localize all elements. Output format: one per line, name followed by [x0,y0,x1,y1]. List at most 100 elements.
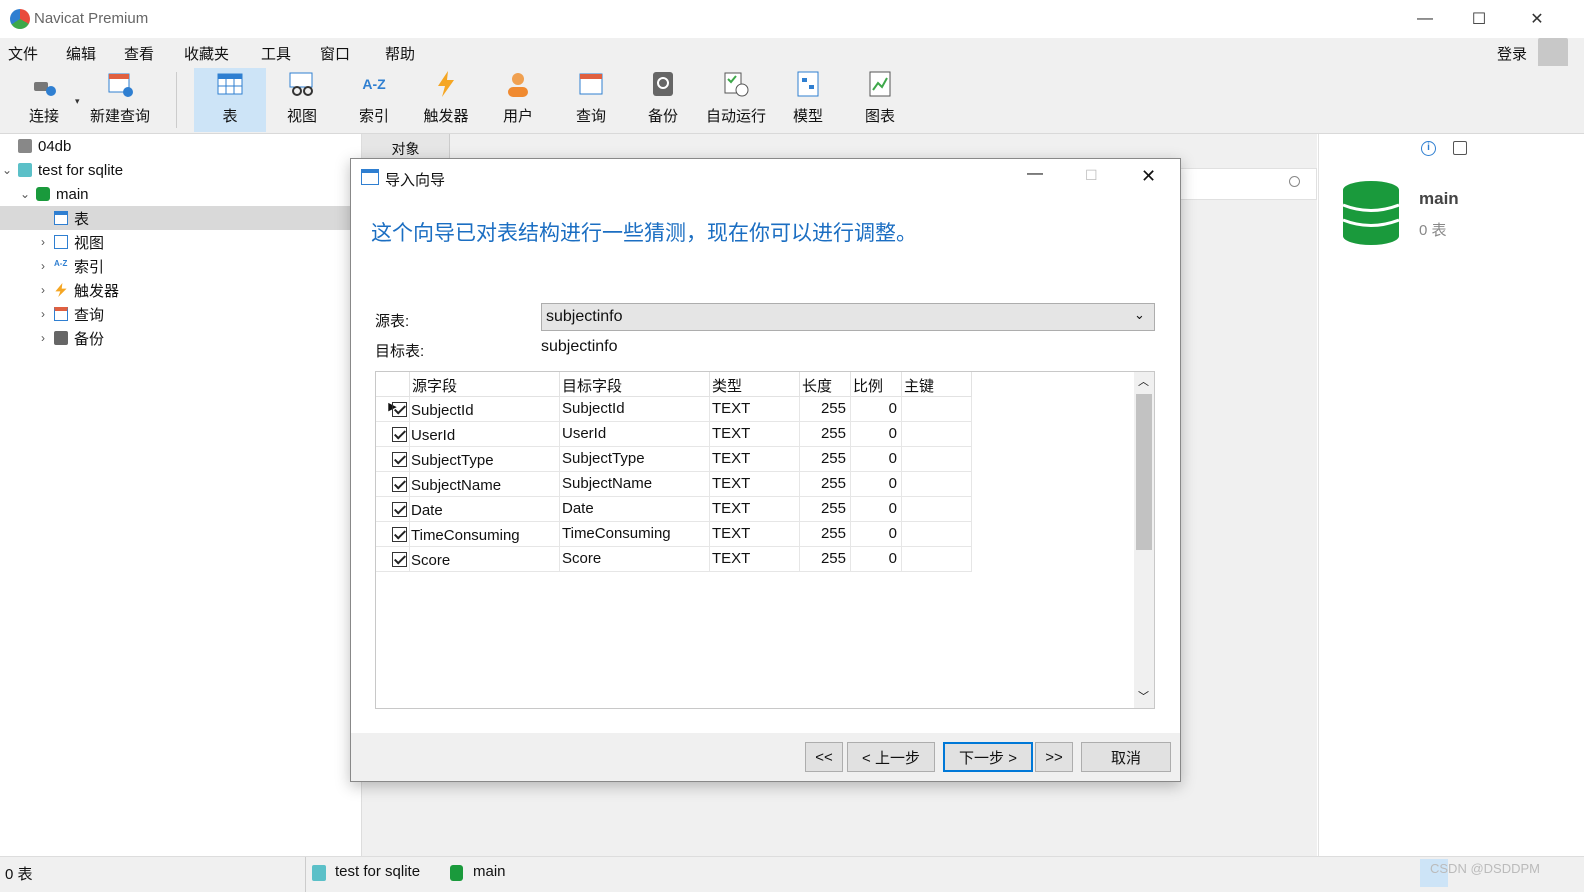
target-field-cell[interactable]: TimeConsuming [560,522,710,547]
tree-item-backups[interactable]: › 备份 [0,326,361,350]
target-field-cell[interactable]: SubjectType [560,447,710,472]
length-cell[interactable]: 255 [800,547,851,572]
target-field-cell[interactable]: Score [560,547,710,572]
length-cell[interactable]: 255 [800,447,851,472]
tree-item-views[interactable]: › 视图 [0,230,361,254]
tree-item-triggers[interactable]: › 触发器 [0,278,361,302]
scale-cell[interactable]: 0 [851,397,902,422]
scale-cell[interactable]: 0 [851,422,902,447]
chevron-right-icon[interactable]: › [36,259,50,273]
primary-key-cell[interactable] [902,522,972,547]
col-header-primary-key[interactable]: 主键 [902,372,972,397]
target-field-cell[interactable]: SubjectName [560,472,710,497]
dialog-close-button[interactable]: ✕ [1141,166,1156,187]
dialog-minimize-button[interactable]: — [1027,165,1043,183]
type-cell[interactable]: TEXT [710,397,800,422]
include-field-checkbox[interactable] [392,477,407,492]
info-icon[interactable]: i [1421,141,1436,156]
search-icon[interactable] [1289,176,1300,187]
chevron-down-icon[interactable]: ⌄ [0,163,14,177]
toolbar-backup-button[interactable]: 备份 [627,68,699,132]
length-cell[interactable]: 255 [800,472,851,497]
source-field-cell[interactable]: SubjectType [390,447,560,472]
type-cell[interactable]: TEXT [710,472,800,497]
length-cell[interactable]: 255 [800,397,851,422]
type-cell[interactable]: TEXT [710,547,800,572]
source-field-cell[interactable]: UserId [390,422,560,447]
toolbar-query-button[interactable]: 查询 [555,68,627,132]
toolbar-index-button[interactable]: A-Z 索引 [338,68,410,132]
toolbar-connect-button[interactable]: 连接 [8,68,80,132]
scroll-up-icon[interactable]: ︿ [1138,373,1149,389]
chevron-right-icon[interactable]: › [36,331,50,345]
primary-key-cell[interactable] [902,397,972,422]
toolbar-automation-button[interactable]: 自动运行 [699,68,773,132]
tab-objects[interactable]: 对象 [362,134,450,160]
col-header-length[interactable]: 长度 [800,372,851,397]
menu-view[interactable]: 查看 [124,43,154,64]
toolbar-view-button[interactable]: 视图 [266,68,338,132]
toolbar-user-button[interactable]: 用户 [482,68,554,132]
source-field-cell[interactable]: Date [390,497,560,522]
length-cell[interactable]: 255 [800,522,851,547]
tree-item-04db[interactable]: 04db [0,134,361,158]
toolbar-chart-button[interactable]: 图表 [844,68,916,132]
cancel-button[interactable]: 取消 [1081,742,1171,772]
menu-file[interactable]: 文件 [8,43,38,64]
tree-item-indexes[interactable]: › A-Z 索引 [0,254,361,278]
toolbar-table-button[interactable]: 表 [194,68,266,132]
close-window-button[interactable]: ✕ [1508,0,1566,38]
maximize-button[interactable]: ☐ [1450,0,1508,38]
include-field-checkbox[interactable] [392,502,407,517]
scale-cell[interactable]: 0 [851,497,902,522]
scale-cell[interactable]: 0 [851,472,902,497]
toolbar-new-query-button[interactable]: 新建查询 [84,68,156,132]
chevron-right-icon[interactable]: › [36,307,50,321]
primary-key-cell[interactable] [902,447,972,472]
source-field-cell[interactable]: SubjectId [390,397,560,422]
scale-cell[interactable]: 0 [851,522,902,547]
menu-favorites[interactable]: 收藏夹 [184,43,229,64]
first-step-button[interactable]: << [805,742,843,772]
source-field-cell[interactable]: TimeConsuming [390,522,560,547]
source-field-cell[interactable]: Score [390,547,560,572]
scale-cell[interactable]: 0 [851,547,902,572]
col-header-source-field[interactable]: 源字段 [410,372,560,397]
type-cell[interactable]: TEXT [710,447,800,472]
minimize-button[interactable]: — [1396,0,1454,38]
source-field-cell[interactable]: SubjectName [390,472,560,497]
menu-tools[interactable]: 工具 [261,43,291,64]
target-field-cell[interactable]: UserId [560,422,710,447]
chevron-down-icon[interactable]: ⌄ [18,187,32,201]
previous-step-button[interactable]: < 上一步 [847,742,935,772]
scroll-down-icon[interactable]: ﹀ [1138,688,1149,704]
last-step-button[interactable]: >> [1035,742,1073,772]
menu-edit[interactable]: 编辑 [66,43,96,64]
include-field-checkbox[interactable] [392,427,407,442]
chevron-down-icon[interactable]: ▾ [75,96,80,107]
type-cell[interactable]: TEXT [710,497,800,522]
menu-window[interactable]: 窗口 [320,43,350,64]
length-cell[interactable]: 255 [800,497,851,522]
type-cell[interactable]: TEXT [710,422,800,447]
primary-key-cell[interactable] [902,422,972,447]
ddl-icon[interactable] [1453,141,1467,155]
length-cell[interactable]: 255 [800,422,851,447]
scale-cell[interactable]: 0 [851,447,902,472]
tree-item-main[interactable]: ⌄ main [0,182,361,206]
chevron-right-icon[interactable]: › [36,283,50,297]
tree-item-connection[interactable]: ⌄ test for sqlite [0,158,361,182]
primary-key-cell[interactable] [902,497,972,522]
vertical-scrollbar[interactable]: ︿ ﹀ [1134,372,1154,708]
col-header-type[interactable]: 类型 [710,372,800,397]
next-step-button[interactable]: 下一步 > [943,742,1033,772]
tree-item-tables[interactable]: 表 [0,206,361,230]
include-field-checkbox[interactable] [392,402,407,417]
primary-key-cell[interactable] [902,472,972,497]
user-avatar-icon[interactable] [1538,38,1568,68]
include-field-checkbox[interactable] [392,527,407,542]
col-header-target-field[interactable]: 目标字段 [560,372,710,397]
target-field-cell[interactable]: Date [560,497,710,522]
include-field-checkbox[interactable] [392,452,407,467]
include-field-checkbox[interactable] [392,552,407,567]
